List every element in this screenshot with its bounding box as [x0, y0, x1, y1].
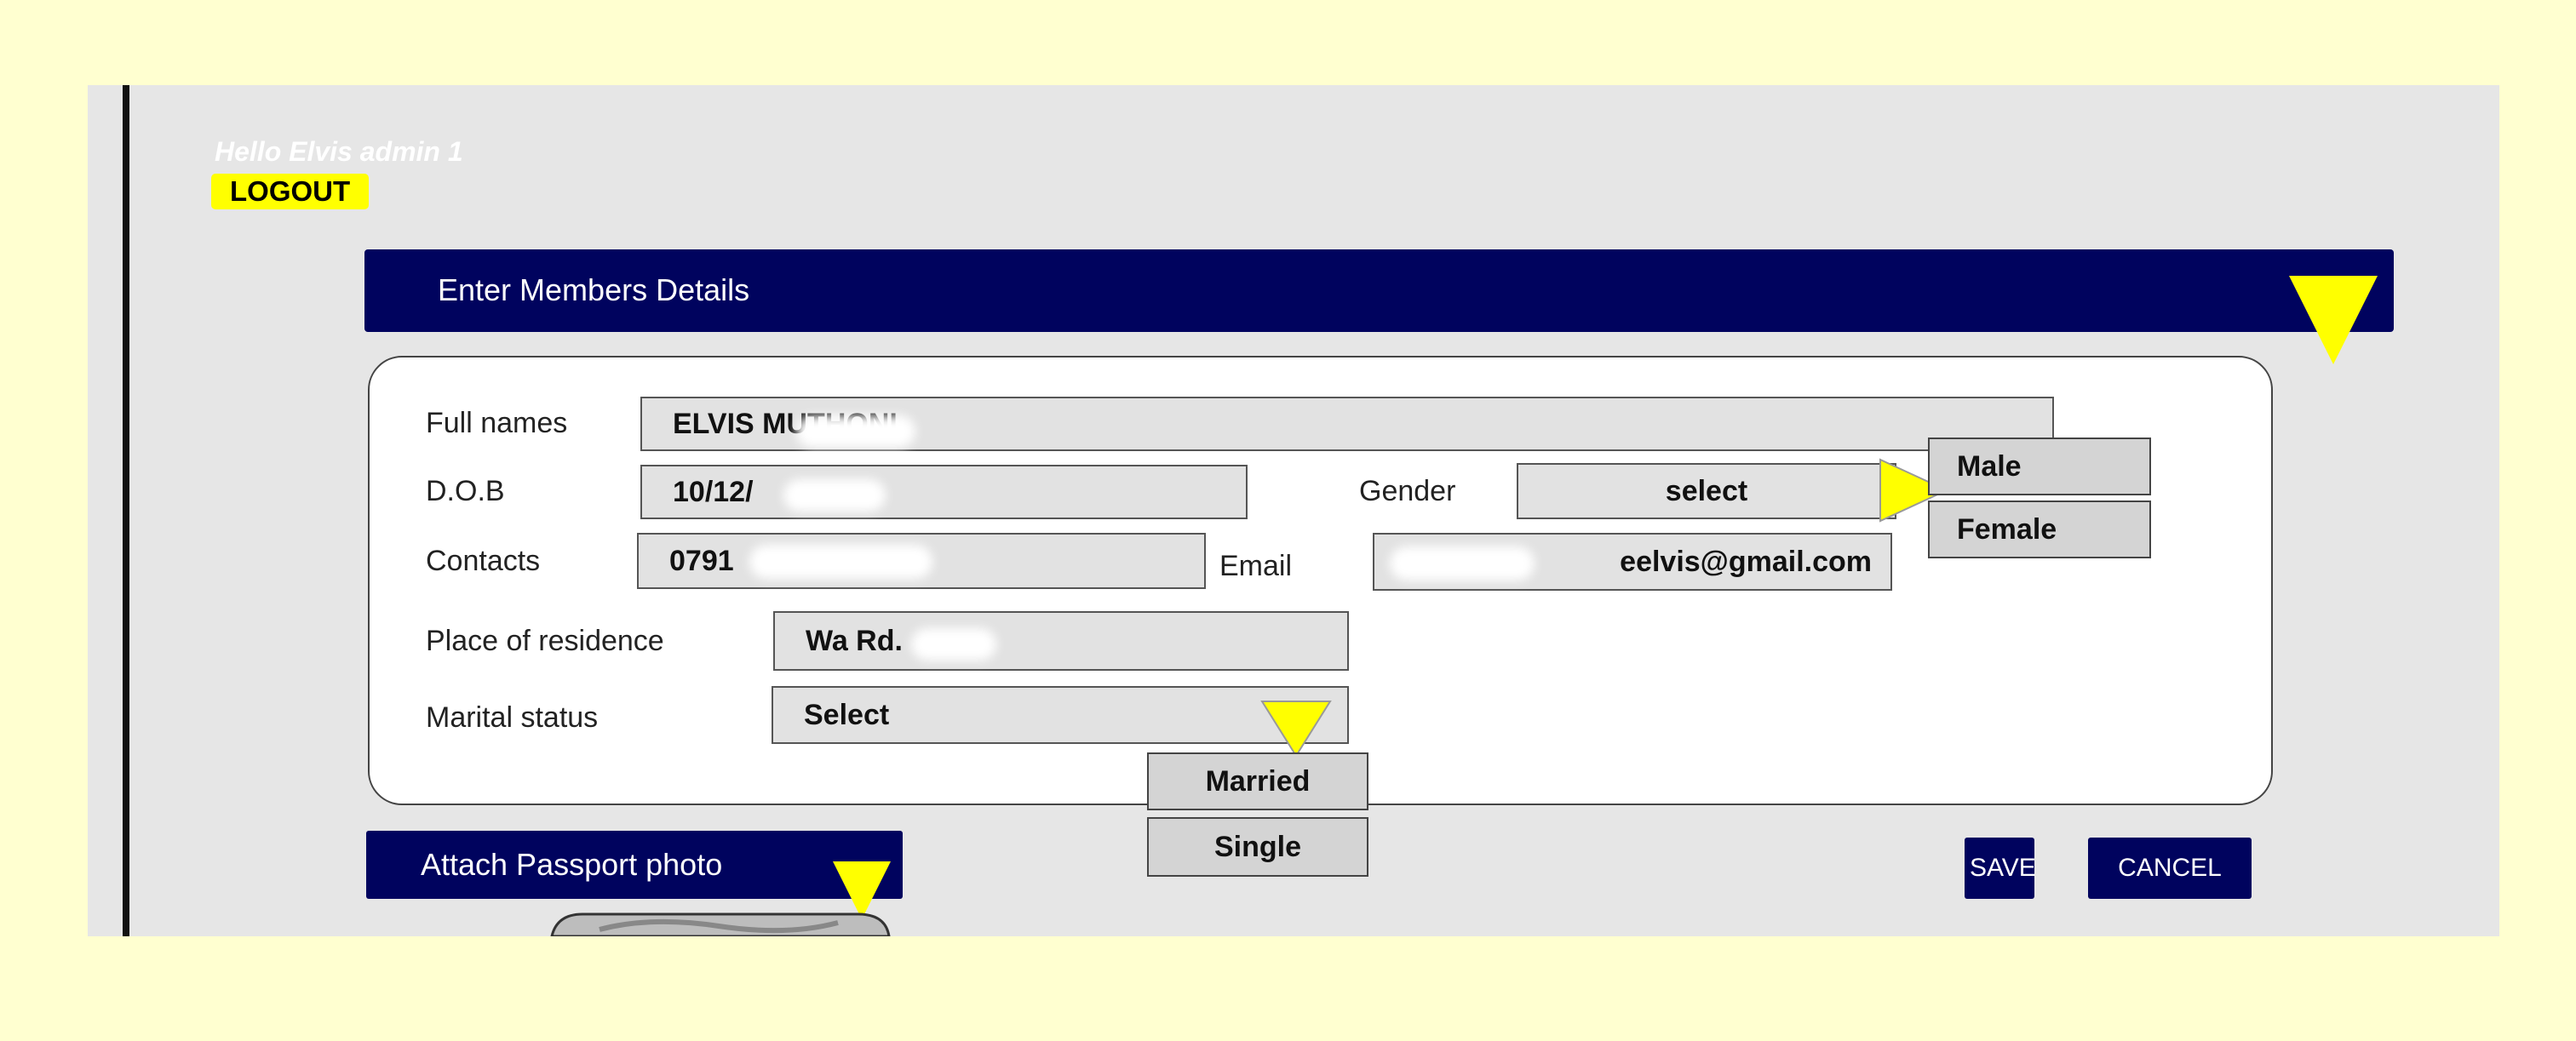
attach-passport-photo-button[interactable]: Attach Passport photo [366, 831, 903, 899]
marital-status-value: Select [804, 698, 890, 731]
contacts-label: Contacts [426, 545, 541, 577]
section-title: Enter Members Details [438, 272, 750, 307]
cancel-button[interactable]: CANCEL [2088, 838, 2252, 899]
residence-label: Place of residence [426, 625, 664, 657]
gender-option-male[interactable]: Male [1928, 438, 2151, 495]
marital-option-single[interactable]: Single [1147, 817, 1368, 877]
passport-photo-thumbnail [550, 912, 891, 936]
gender-value: select [1665, 474, 1748, 507]
gender-select[interactable]: select [1517, 463, 1896, 519]
panel-left-border [123, 85, 129, 936]
save-button[interactable]: SAVE [1965, 838, 2036, 899]
redaction-blob [911, 628, 996, 661]
email-label: Email [1219, 550, 1293, 582]
marital-status-label: Marital status [426, 701, 599, 734]
logout-button[interactable]: LOGOUT [211, 174, 370, 209]
redaction-blob [783, 479, 886, 512]
greeting-text: Hello Elvis admin 1 [215, 136, 463, 167]
dob-label: D.O.B [426, 475, 505, 507]
residence-input[interactable]: Wa Rd. [773, 611, 1349, 671]
redaction-blob [796, 415, 915, 448]
redaction-blob [1390, 546, 1535, 581]
gender-option-female[interactable]: Female [1928, 500, 2151, 558]
marital-option-married[interactable]: Married [1147, 752, 1368, 810]
collapse-triangle-icon[interactable] [2289, 276, 2378, 364]
residence-value: Wa Rd. [806, 624, 903, 657]
contacts-value: 0791 [669, 544, 734, 577]
gender-label: Gender [1359, 475, 1456, 507]
email-value: eelvis@gmail.com [1620, 545, 1872, 578]
marital-dropdown-arrow-icon[interactable] [1259, 698, 1334, 759]
redaction-blob [749, 545, 932, 579]
full-names-label: Full names [426, 407, 568, 439]
dob-input[interactable]: 10/12/ [640, 465, 1248, 519]
dob-value: 10/12/ [673, 475, 754, 508]
